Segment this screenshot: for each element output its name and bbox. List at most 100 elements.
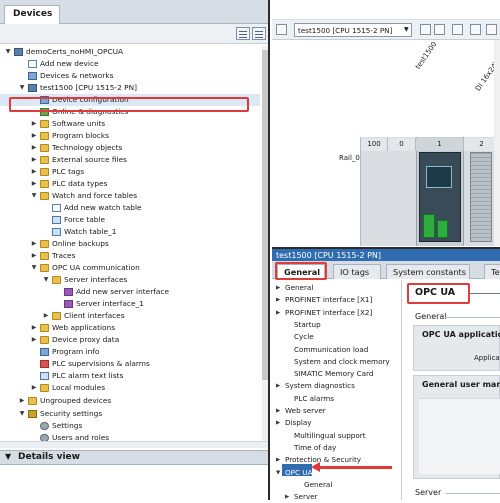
tree-item[interactable]: ▼ Security settings (0, 408, 260, 420)
chevron-right-icon[interactable]: ▶ (276, 417, 280, 429)
nav-item[interactable]: ▶ PROFINET interface [X2] (276, 307, 400, 319)
nav-item[interactable]: ▶ Display (276, 417, 400, 429)
nav-item[interactable]: Cycle (285, 331, 400, 343)
device-select[interactable]: test1500 [CPU 1515-2 PN] (294, 23, 412, 37)
tab-io-tags[interactable]: IO tags (333, 264, 381, 279)
nav-item[interactable]: ▶ Server (285, 491, 400, 503)
chevron-right-icon[interactable]: ▶ (276, 282, 280, 294)
chevron-right-icon[interactable]: ▶ (285, 491, 289, 503)
chevron-down-icon[interactable]: ▼ (18, 82, 26, 94)
tree-item[interactable]: ▶ Online backups (0, 238, 260, 250)
tree-item[interactable]: ▶ Software units (0, 118, 260, 130)
grid-view-icon[interactable] (252, 27, 266, 40)
list-view-icon[interactable] (236, 27, 250, 40)
tree-item[interactable]: ▶ Program blocks (0, 130, 260, 142)
tree-horizontal-scrollbar[interactable] (0, 441, 268, 448)
chevron-right-icon[interactable]: ▶ (30, 238, 38, 250)
chevron-right-icon[interactable]: ▶ (30, 166, 38, 178)
tree-item[interactable]: ▼ Watch and force tables (0, 190, 260, 202)
nav-item[interactable]: Startup (285, 319, 400, 331)
nav-item[interactable]: ▶ Protection & Security (276, 454, 400, 466)
chevron-right-icon[interactable]: ▶ (30, 154, 38, 166)
tree-scrollbar-thumb[interactable] (262, 50, 268, 380)
nav-item[interactable]: System and clock memory (285, 356, 400, 368)
overview-icon[interactable] (470, 24, 481, 35)
tree-item[interactable]: Add new device (0, 58, 260, 70)
chevron-down-icon[interactable]: ▼ (5, 452, 11, 461)
tree-item[interactable]: ▶ Technology objects (0, 142, 260, 154)
device-view-scrollbar[interactable] (494, 40, 500, 246)
tree-item[interactable]: ▼ test1500 [CPU 1515-2 PN] (0, 82, 260, 94)
chevron-right-icon[interactable]: ▶ (30, 382, 38, 394)
tree-item[interactable]: Server interface_1 (0, 298, 260, 310)
tree-item[interactable]: ▶ Device proxy data (0, 334, 260, 346)
nav-item[interactable]: Multilingual support (285, 430, 400, 442)
chevron-right-icon[interactable]: ▶ (30, 178, 38, 190)
chevron-right-icon[interactable]: ▶ (42, 310, 50, 322)
chevron-right-icon[interactable]: ▶ (276, 380, 280, 392)
nav-item[interactable]: SIMATIC Memory Card (285, 368, 400, 380)
select-icon[interactable] (434, 24, 445, 35)
chevron-right-icon[interactable]: ▶ (18, 395, 26, 407)
tree-item[interactable]: Devices & networks (0, 70, 260, 82)
tree-item[interactable]: ▶ Ungrouped devices (0, 395, 260, 407)
chevron-down-icon[interactable]: ▼ (404, 26, 409, 33)
nav-item-label: Protection & Security (285, 455, 362, 465)
chevron-right-icon[interactable]: ▶ (30, 118, 38, 130)
chevron-down-icon[interactable]: ▼ (276, 467, 280, 479)
section-heading: OPC UA (415, 287, 456, 298)
nav-item[interactable]: ▶ Web server (276, 405, 400, 417)
nav-item[interactable]: General (295, 479, 400, 491)
tree-item[interactable]: ▶ PLC tags (0, 166, 260, 178)
tree-item[interactable]: Watch table_1 (0, 226, 260, 238)
chevron-right-icon[interactable]: ▶ (30, 130, 38, 142)
tab-texts[interactable]: Te (484, 264, 500, 279)
tree-item[interactable]: Program info (0, 346, 260, 358)
tree-item[interactable]: PLC supervisions & alarms (0, 358, 260, 370)
tree-item[interactable]: ▶ Local modules (0, 382, 260, 394)
tree-item[interactable]: ▼ OPC UA communication (0, 262, 260, 274)
chevron-right-icon[interactable]: ▶ (276, 405, 280, 417)
nav-item[interactable]: Communication load (285, 344, 400, 356)
nav-item[interactable]: Time of day (285, 442, 400, 454)
tree-item[interactable]: ▶ PLC data types (0, 178, 260, 190)
chevron-right-icon[interactable]: ▶ (276, 454, 280, 466)
tree-item[interactable]: ▶ External source files (0, 154, 260, 166)
nav-item[interactable]: ▶ General (276, 282, 400, 294)
tree-item[interactable]: Settings (0, 420, 260, 432)
tree-item[interactable]: ▶ Client interfaces (0, 310, 260, 322)
chevron-right-icon[interactable]: ▶ (276, 294, 280, 306)
nav-item[interactable]: ▶ PROFINET interface [X1] (276, 294, 400, 306)
device-icon[interactable] (276, 24, 287, 35)
purple-icon (64, 300, 73, 308)
chevron-down-icon[interactable]: ▼ (4, 46, 12, 58)
chevron-right-icon[interactable]: ▶ (30, 142, 38, 154)
tree-item[interactable]: Force table (0, 214, 260, 226)
chevron-down-icon[interactable]: ▼ (42, 274, 50, 286)
dev-icon (28, 84, 37, 92)
tree-item[interactable]: Add new server interface (0, 286, 260, 298)
tree-item[interactable]: PLC alarm text lists (0, 370, 260, 382)
grid-icon[interactable] (486, 24, 497, 35)
nav-item[interactable]: ▶ System diagnostics (276, 380, 400, 392)
chevron-right-icon[interactable]: ▶ (30, 250, 38, 262)
tree-item[interactable]: ▶ Traces (0, 250, 260, 262)
tree-item[interactable]: ▼ demoCerts_noHMI_OPCUA (0, 46, 260, 58)
nav-item[interactable]: PLC alarms (285, 393, 400, 405)
di-module[interactable] (470, 152, 492, 242)
chevron-right-icon[interactable]: ▶ (276, 307, 280, 319)
tree-item[interactable]: ▶ Web applications (0, 322, 260, 334)
chevron-down-icon[interactable]: ▼ (30, 190, 38, 202)
chevron-right-icon[interactable]: ▶ (30, 334, 38, 346)
tab-devices[interactable]: Devices (4, 5, 60, 24)
folder-icon (40, 240, 49, 248)
zoom-icon[interactable] (420, 24, 431, 35)
chevron-right-icon[interactable]: ▶ (30, 322, 38, 334)
chevron-down-icon[interactable]: ▼ (18, 408, 26, 420)
chevron-down-icon[interactable]: ▼ (30, 262, 38, 274)
details-view-body (0, 465, 268, 500)
tab-system-constants[interactable]: System constants (386, 264, 470, 279)
tree-item[interactable]: ▼ Server interfaces (0, 274, 260, 286)
tree-item[interactable]: Add new watch table (0, 202, 260, 214)
pan-icon[interactable] (452, 24, 463, 35)
